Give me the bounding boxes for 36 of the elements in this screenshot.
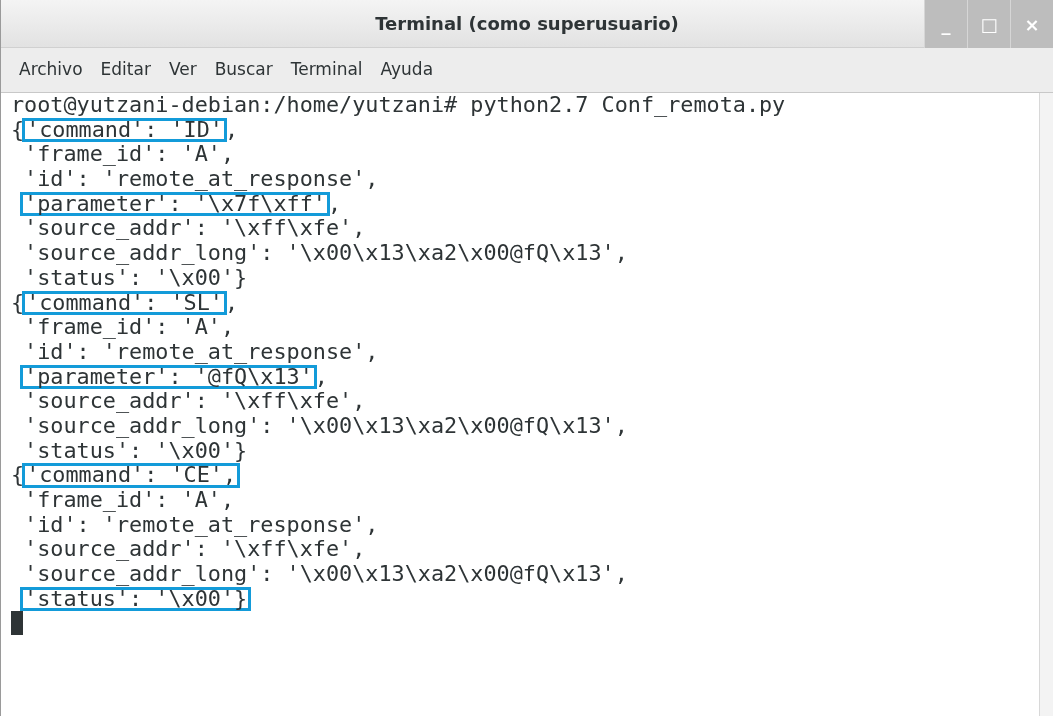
- terminal-text: {: [11, 462, 25, 488]
- terminal-text: 'frame_id': 'A',: [23, 141, 235, 167]
- terminal-text: 'frame_id': 'A',: [23, 487, 235, 512]
- menu-item[interactable]: Ver: [160, 55, 205, 85]
- highlighted-text: 'parameter': '@fQ\x13': [20, 364, 317, 390]
- terminal-text: 'status': '\x00'}: [23, 437, 248, 463]
- terminal-text: 'source_addr': '\xff\xfe',: [23, 536, 366, 562]
- terminal-text: {: [11, 116, 25, 142]
- terminal-text: ,: [314, 363, 328, 389]
- terminal-text: 'frame_id': 'A',: [23, 314, 235, 340]
- terminal-text: 'id': 'remote_at_response',: [23, 166, 379, 192]
- highlighted-text: 'parameter': '\x7f\xff': [20, 191, 330, 217]
- terminal-text: 'source_addr_long': '\x00\x13\xa2\x00@fQ\x13',: [23, 240, 628, 266]
- terminal-text: 'id': 'remote_at_response',: [23, 511, 379, 537]
- terminal-text: root@yutzani-debian:/home/yutzani# python2.7 Conf_remota.py: [11, 92, 786, 117]
- menu-item[interactable]: Terminal: [282, 55, 371, 85]
- scrollbar[interactable]: [1039, 93, 1053, 716]
- terminal-text: 'id': 'remote_at_response',: [23, 338, 379, 364]
- menu-item[interactable]: Ayuda: [372, 55, 442, 85]
- terminal-text: 'source_addr_long': '\x00\x13\xa2\x00@fQ\x13',: [23, 561, 628, 587]
- highlighted-text: 'command': 'ID': [22, 117, 227, 143]
- menu-item[interactable]: Buscar: [206, 55, 281, 85]
- terminal-text: 'source_addr': '\xff\xfe',: [23, 215, 366, 241]
- terminal-text: 'status': '\x00'}: [23, 264, 248, 290]
- window-title: Terminal (como superusuario): [375, 12, 679, 36]
- highlighted-text: 'command': 'SL': [22, 290, 227, 316]
- highlighted-text: 'status': '\x00'}: [20, 586, 252, 612]
- highlighted-text: 'command': 'CE',: [22, 463, 241, 488]
- terminal-text: 'source_addr': '\xff\xfe',: [23, 388, 366, 414]
- menu-item[interactable]: Archivo: [11, 55, 91, 85]
- terminal-text: {: [11, 289, 25, 315]
- terminal-text: ,: [327, 190, 342, 216]
- terminal-text: 'source_addr_long': '\x00\x13\xa2\x00@fQ\x13',: [23, 412, 628, 438]
- terminal-text: ,: [224, 289, 239, 315]
- terminal-text: ,: [224, 116, 239, 142]
- menu-item[interactable]: Editar: [92, 55, 159, 85]
